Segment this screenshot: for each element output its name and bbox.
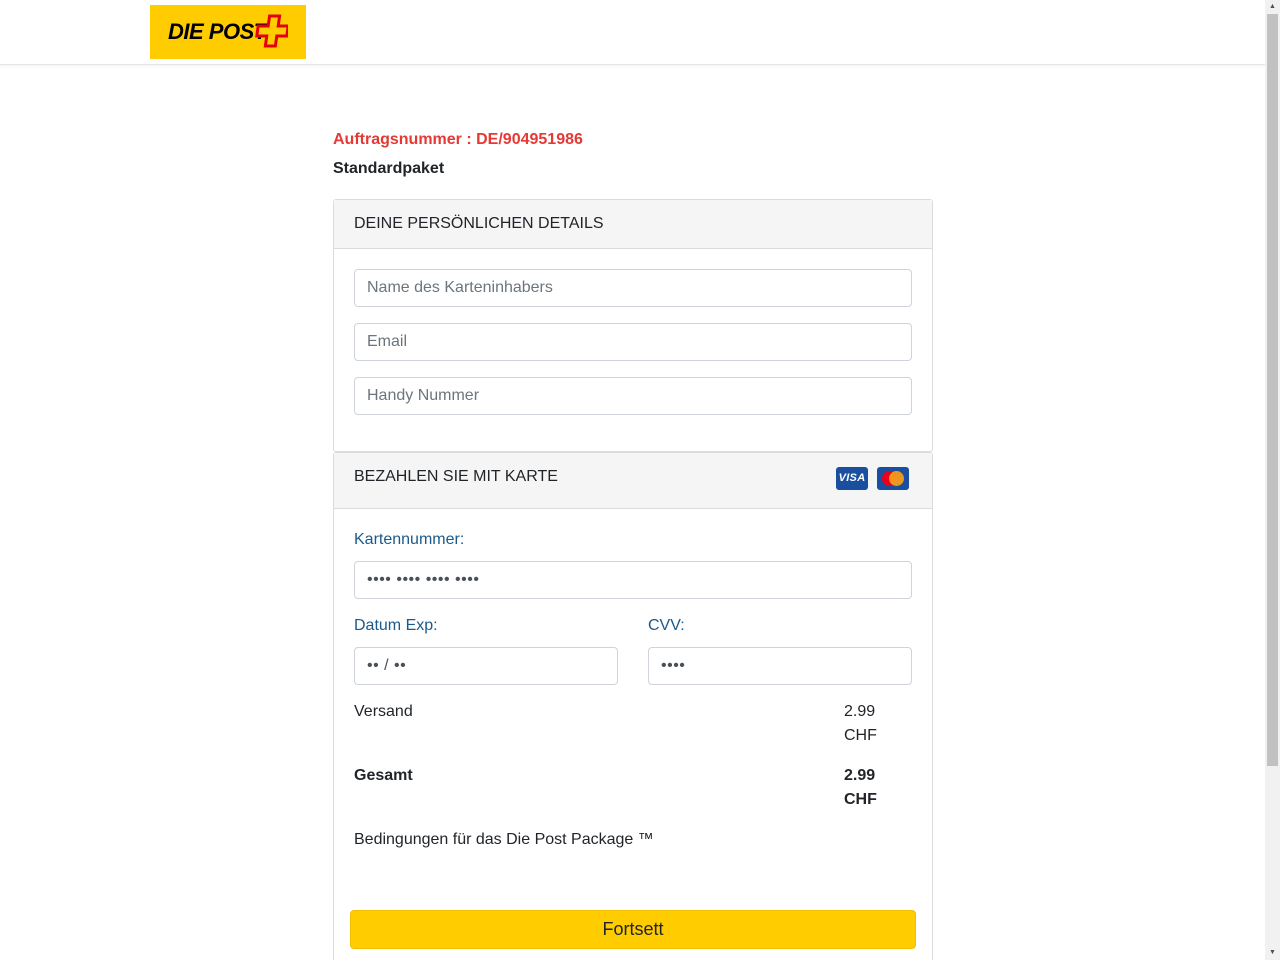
personal-details-title: DEINE PERSÖNLICHEN DETAILS <box>354 215 604 232</box>
phone-input[interactable] <box>354 377 912 415</box>
scroll-thumb[interactable] <box>1267 14 1278 766</box>
total-amount: 2.99 CHF <box>844 767 877 808</box>
payment-header: BEZAHLEN SIE MIT KARTE VISA <box>334 453 932 509</box>
cvv-label: CVV: <box>648 617 685 634</box>
card-number-label: Kartennummer: <box>354 531 465 548</box>
package-type: Standardpaket <box>333 160 445 177</box>
terms-text: Bedingungen für das Die Post Package ™ <box>354 831 654 848</box>
expiry-input[interactable] <box>354 647 618 685</box>
payment-title: BEZAHLEN SIE MIT KARTE <box>354 468 558 485</box>
total-label: Gesamt <box>354 767 413 784</box>
expiry-label: Datum Exp: <box>354 617 438 634</box>
cvv-input[interactable] <box>648 647 912 685</box>
payment-panel: BEZAHLEN SIE MIT KARTE VISA <box>333 452 933 960</box>
scroll-up-icon[interactable]: ▲ <box>1265 0 1280 14</box>
mastercard-icon <box>877 467 909 490</box>
cardholder-name-input[interactable] <box>354 269 912 307</box>
visa-icon: VISA <box>836 467 868 490</box>
email-input[interactable] <box>354 323 912 361</box>
shipping-amount: 2.99 CHF <box>844 703 877 744</box>
order-number: Auftragsnummer : DE/904951986 <box>333 131 583 148</box>
shipping-label: Versand <box>354 703 413 720</box>
page-scrollbar[interactable]: ▲ ▼ <box>1265 0 1280 960</box>
card-number-input[interactable] <box>354 561 912 599</box>
die-post-logo[interactable]: DIE POST <box>150 5 306 59</box>
personal-details-header: DEINE PERSÖNLICHEN DETAILS <box>334 200 932 249</box>
scroll-down-icon[interactable]: ▼ <box>1265 946 1280 960</box>
continue-button[interactable]: Fortsett <box>350 910 916 949</box>
header-bar: DIE POST <box>0 0 1265 65</box>
logo-text: DIE POST <box>168 19 267 44</box>
swiss-cross-icon <box>255 14 288 48</box>
